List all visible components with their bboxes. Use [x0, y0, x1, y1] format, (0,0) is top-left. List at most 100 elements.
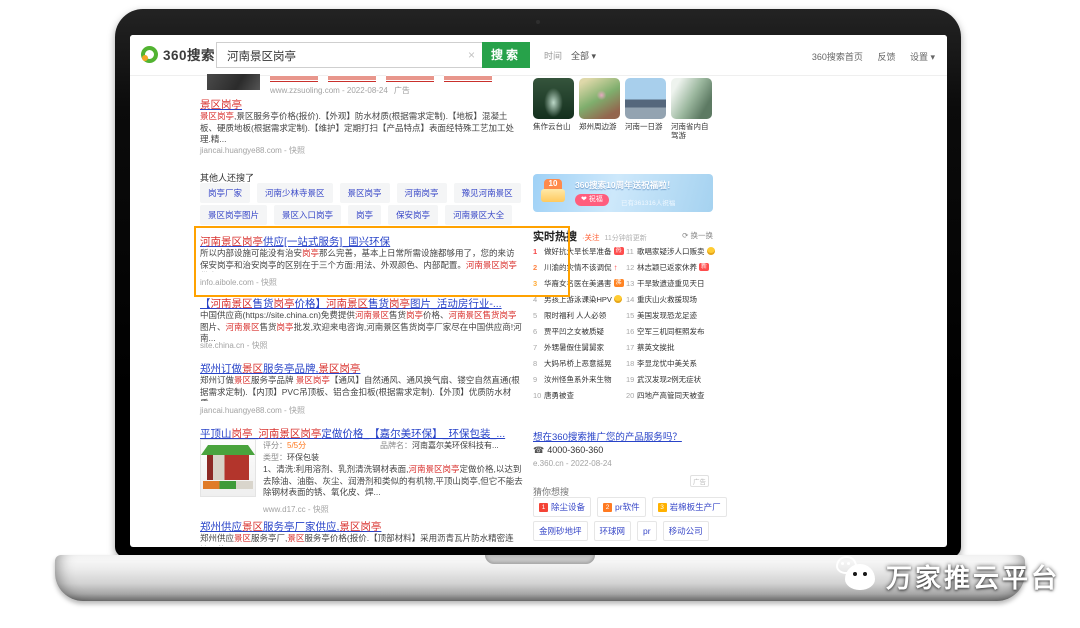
result-description: 所以内部设施可能没有治安岗亭那么完善，基本上日常所需设施都够用了，您的来访保安岗…: [200, 248, 522, 272]
result-url[interactable]: site.china.cn - 快照: [200, 340, 268, 351]
hot-search-item[interactable]: 1做好抗大旱长旱准备热: [533, 243, 625, 259]
thumbnail-image: [671, 78, 712, 119]
related-search-chip[interactable]: 景区岗亭图片: [200, 205, 267, 225]
hot-search-item[interactable]: 7外甥暑假住舅舅家: [533, 339, 625, 355]
hot-search-item[interactable]: 12林志颖已返家休养新: [626, 259, 718, 275]
result-brand: 品牌名：河南嘉尔美环保科技有...: [380, 440, 499, 451]
guess-chip[interactable]: 金刚砂地坪: [533, 521, 588, 541]
hot-rank: 3: [533, 279, 544, 288]
hot-search-item[interactable]: 2川渝的灾情不该调侃↑: [533, 259, 625, 275]
filter-scope-dropdown[interactable]: 全部 ▾: [571, 51, 596, 61]
result-url[interactable]: jiancai.huangye88.com - 快照: [200, 145, 305, 156]
related-search-chip[interactable]: 河南景区大全: [445, 205, 512, 225]
search-topbar: 360搜索 × 搜索 时间全部 ▾ 360搜索首页 反馈 设置 ▾: [130, 35, 947, 76]
hot-text: 限时福利 人人必领: [544, 310, 606, 321]
link-home[interactable]: 360搜索首页: [812, 52, 863, 62]
hot-search-item[interactable]: 3华裔女名医在美遇害沸: [533, 275, 625, 291]
hot-search-item[interactable]: 14重庆山火救援现场: [626, 291, 718, 307]
related-search-chip[interactable]: 河南岗亭: [397, 183, 447, 203]
result-title[interactable]: 【河南景区售货岗亭价格】河南景区售货岗亭图片_活动房行业-...: [200, 296, 530, 311]
bless-button[interactable]: ❤ 祝福: [575, 194, 609, 206]
banner-title: 360搜索10周年送祝福啦！: [575, 179, 675, 191]
result-title[interactable]: 河南景区岗亭供应[一站式服务]_国兴环保: [200, 234, 530, 249]
hot-rank: 9: [533, 375, 544, 384]
related-image-card[interactable]: 河南一日游: [625, 78, 666, 140]
webcam-icon: [536, 20, 540, 24]
related-image-card[interactable]: 郑州周边游: [579, 78, 620, 140]
related-search-chip[interactable]: 景区入口岗亭: [274, 205, 341, 225]
hot-search-item[interactable]: 5限时福利 人人必领: [533, 307, 625, 323]
filter-time-label[interactable]: 时间: [544, 51, 562, 61]
hot-text: 武汉发现2例无症状: [637, 374, 701, 385]
result-title[interactable]: 景区岗亭: [200, 97, 530, 112]
hot-text: 四地产高管同天被查: [637, 390, 705, 401]
hot-search-item[interactable]: 16空军三机同框照发布: [626, 323, 718, 339]
promo-link[interactable]: 想在360搜索推广您的产品服务吗？: [533, 429, 682, 443]
search-filters[interactable]: 时间全部 ▾: [544, 49, 596, 62]
search-button[interactable]: 搜索: [482, 42, 530, 68]
follow-tag[interactable]: ·关注: [582, 233, 600, 242]
hot-search-item[interactable]: 20四地产高管同天被查: [626, 387, 718, 403]
related-image-card[interactable]: 焦作云台山: [533, 78, 574, 140]
related-search-chip[interactable]: 河南少林寺景区: [257, 183, 333, 203]
hot-text: 做好抗大旱长旱准备: [544, 246, 612, 257]
image-caption: 河南一日游: [625, 122, 666, 131]
search-box[interactable]: ×: [216, 42, 482, 68]
result-url[interactable]: info.aibole.com - 快照: [200, 277, 277, 288]
hot-rank: 8: [533, 359, 544, 368]
ad-thumbnail[interactable]: [207, 74, 260, 90]
related-image-card[interactable]: 河南省内自驾游: [671, 78, 712, 140]
hot-search-item[interactable]: 19武汉发现2例无症状: [626, 371, 718, 387]
link-feedback[interactable]: 反馈: [877, 52, 895, 62]
ad-sublinks[interactable]: [270, 75, 502, 82]
result-url[interactable]: jiancai.huangye88.com - 快照: [200, 405, 305, 416]
hot-search-item[interactable]: 11歌唱家疑涉人口贩卖: [626, 243, 718, 259]
guess-chip[interactable]: 环球网: [594, 521, 632, 541]
hot-search-item[interactable]: 13干旱致遗迹重见天日: [626, 275, 718, 291]
guess-chip[interactable]: pr: [637, 521, 657, 541]
guess-chip[interactable]: 1除尘设备: [533, 497, 591, 517]
hot-search-title: 实时热搜: [533, 231, 577, 243]
clear-search-icon[interactable]: ×: [468, 48, 475, 62]
laptop-latch-notch: [485, 555, 595, 564]
ad-label: 广告: [394, 86, 410, 95]
hot-search-item[interactable]: 17蔡英文挨批: [626, 339, 718, 355]
result-title[interactable]: 郑州订做景区服务亭品牌,景区岗亭: [200, 361, 530, 376]
related-search-chip[interactable]: 岗亭厂家: [200, 183, 250, 203]
link-settings[interactable]: 设置 ▾: [910, 52, 935, 62]
anniversary-banner[interactable]: 10 360搜索10周年送祝福啦！ ❤ 祝福 已有361316人祝福: [533, 174, 713, 212]
related-search-chip[interactable]: 豫见河南景区: [454, 183, 521, 203]
result-thumbnail-kiosk[interactable]: [200, 439, 256, 497]
related-search-chip[interactable]: 景区岗亭: [340, 183, 390, 203]
hot-rank: 1: [533, 247, 544, 256]
related-search-chip[interactable]: 岗亭: [348, 205, 381, 225]
guess-chip[interactable]: 3岩棉板生产厂: [652, 497, 727, 517]
chip-rank-badge: 1: [539, 503, 548, 512]
thumbnail-image: [579, 78, 620, 119]
guess-chip[interactable]: 2pr软件: [597, 497, 646, 517]
related-search-chip[interactable]: 保安岗亭: [388, 205, 438, 225]
hot-text: 男孩上游泳课染HPV: [544, 294, 612, 305]
result-description: 中国供应商(https://site.china.cn)免费提供河南景区售货岗亭…: [200, 310, 522, 344]
hot-search-item[interactable]: 6贾平凹之女被质疑: [533, 323, 625, 339]
guess-chip[interactable]: 移动公司: [663, 521, 709, 541]
hot-search-item[interactable]: 10唐勇被查: [533, 387, 625, 403]
result-title[interactable]: 郑州供应景区服务亭厂家供应,景区岗亭: [200, 519, 530, 534]
hot-search-item[interactable]: 18李显龙忧中美关系: [626, 355, 718, 371]
result-description: 1、清洗:利用溶剂、乳剂清洗钢材表面,河南景区岗亭定做价格,以达到去除油、油脂、…: [263, 464, 523, 500]
logo-360-search[interactable]: 360搜索: [141, 44, 215, 64]
image-caption: 焦作云台山: [533, 122, 574, 131]
hot-search-item[interactable]: 8大妈吊桥上恶意摇晃: [533, 355, 625, 371]
result-url[interactable]: www.d17.cc - 快照: [263, 504, 329, 515]
hot-search-item[interactable]: 15美国发现恐龙足迹: [626, 307, 718, 323]
hot-search-item[interactable]: 4男孩上游泳课染HPV: [533, 291, 625, 307]
hot-rank: 7: [533, 343, 544, 352]
emoji-badge-icon: [614, 295, 622, 303]
hot-search-item[interactable]: 9汝州怪鱼系外来生物: [533, 371, 625, 387]
search-input[interactable]: [225, 44, 459, 68]
refresh-button[interactable]: ⟳ 换一换: [682, 230, 713, 241]
image-caption: 郑州周边游: [579, 122, 620, 131]
hot-text: 李显龙忧中美关系: [637, 358, 697, 369]
hot-search-column: 1做好抗大旱长旱准备热2川渝的灾情不该调侃↑3华裔女名医在美遇害沸4男孩上游泳课…: [533, 243, 625, 403]
updated-time: 11分钟前更新: [605, 235, 647, 242]
